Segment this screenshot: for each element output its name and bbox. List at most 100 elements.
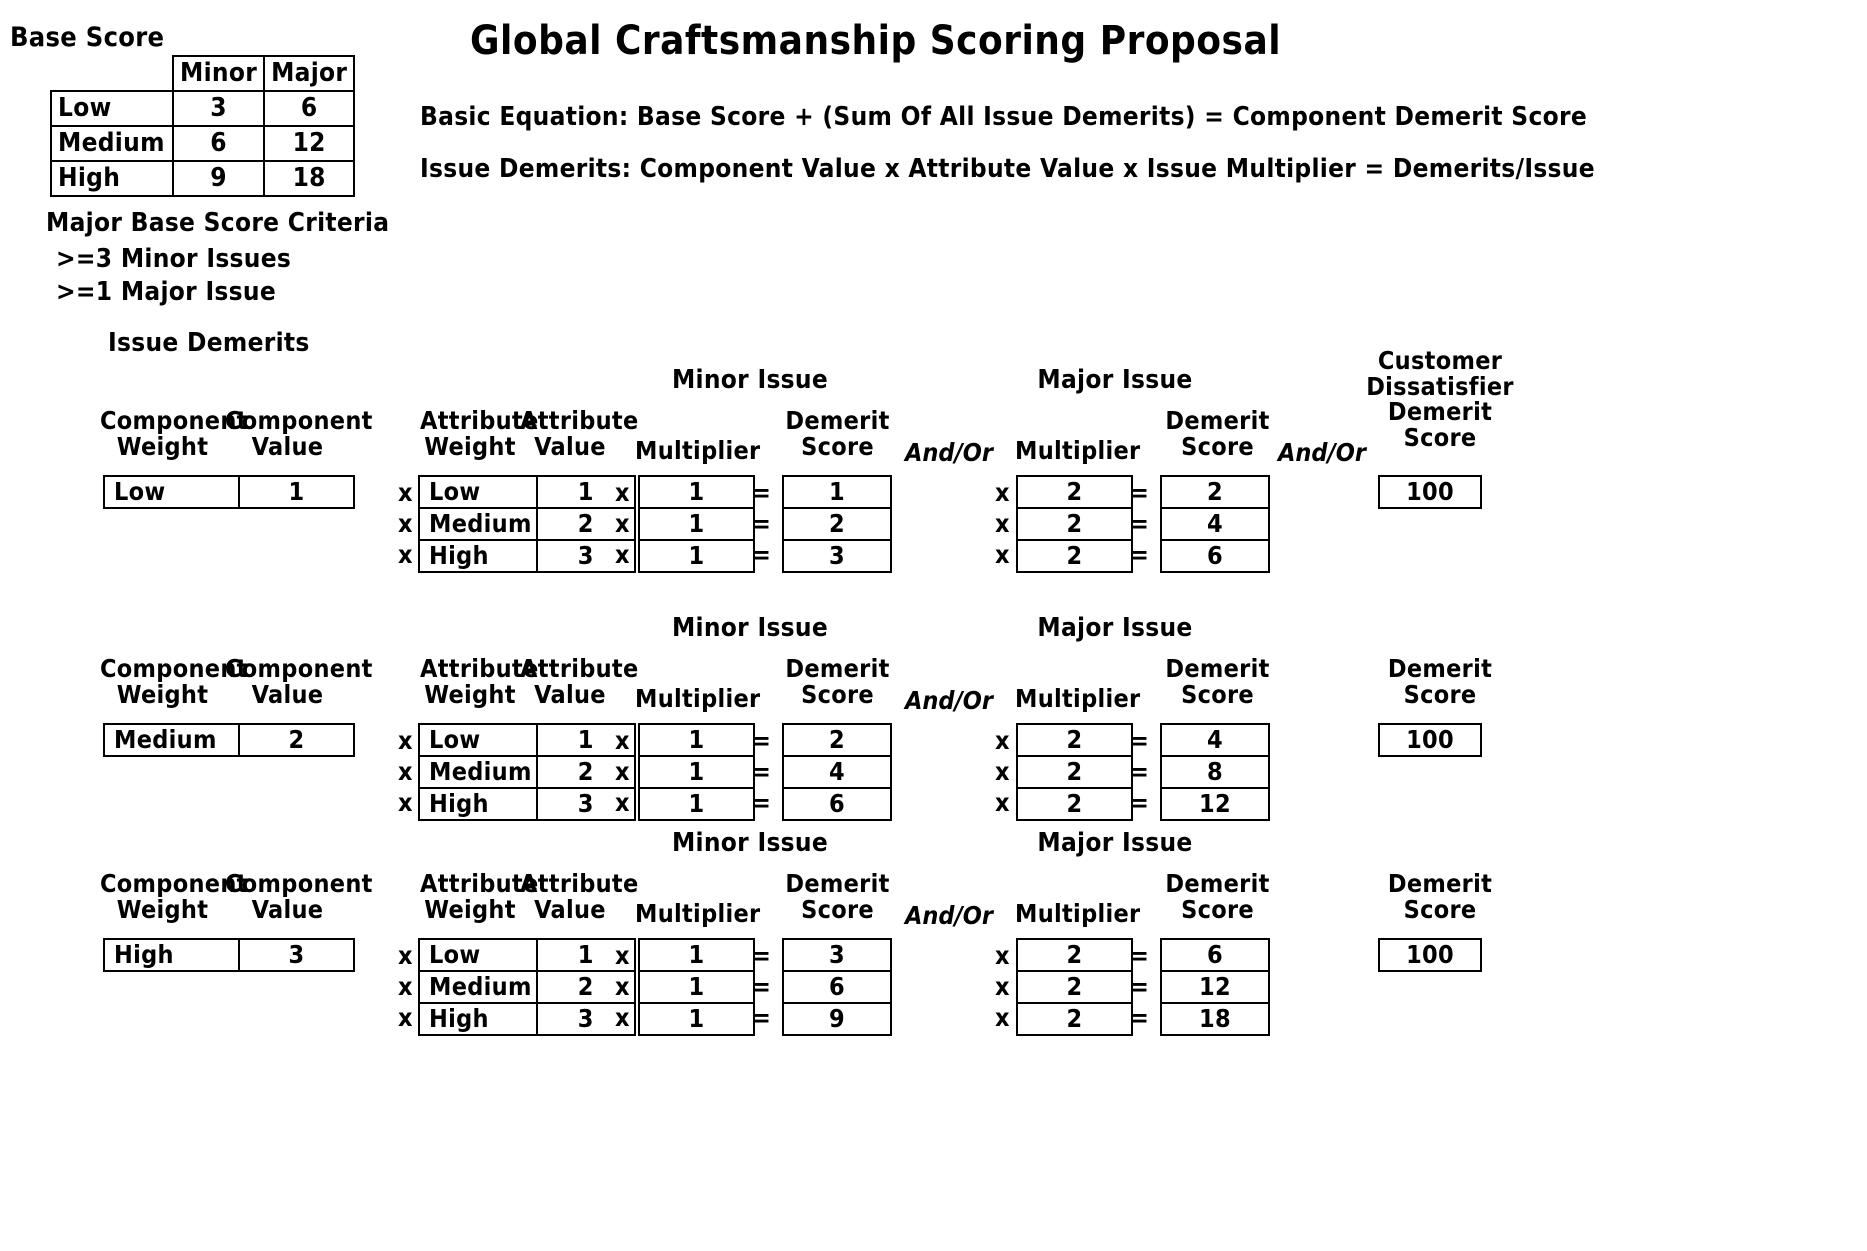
table-row: 18	[1160, 1002, 1270, 1036]
attribute-weight-value: High	[418, 539, 538, 573]
base-row-medium-label: Medium	[50, 125, 174, 162]
times-operator: x	[995, 788, 1010, 817]
table-row: Medium 2	[418, 755, 636, 789]
table-row: 4	[782, 755, 892, 789]
times-operator: x	[615, 478, 630, 507]
component-weight-header: Component Weight	[100, 406, 248, 461]
equals-operator: =	[1130, 941, 1149, 970]
table-row: 2	[1016, 938, 1133, 972]
component-weight-value: Low	[103, 475, 240, 509]
equals-operator: =	[1130, 726, 1149, 755]
base-row-high-minor: 9	[171, 160, 266, 197]
major-issue-section-title: Major Issue	[1037, 365, 1193, 395]
component-weight-header: Component Weight	[100, 654, 248, 709]
major-multiplier-value: 2	[1016, 723, 1133, 757]
table-row: 2	[1016, 475, 1133, 509]
major-multiplier-table: 2 2 2	[1016, 475, 1133, 573]
basic-equation: Basic Equation: Base Score + (Sum Of All…	[420, 102, 1587, 132]
minor-demerit-value: 1	[782, 475, 892, 509]
attribute-weight-header: Attribute Weight	[420, 654, 539, 709]
table-row: 1	[638, 507, 755, 541]
table-row: 4	[1160, 507, 1270, 541]
minor-multiplier-value: 1	[638, 539, 755, 573]
major-demerit-score-header: Demerit Score	[1165, 869, 1270, 924]
attribute-weight-value: High	[418, 787, 538, 821]
minor-multiplier-value: 1	[638, 723, 755, 757]
times-operator: x	[995, 757, 1010, 786]
base-row-low-major: 6	[263, 90, 356, 127]
table-row: Low 1	[103, 475, 355, 509]
component-value-value: 1	[238, 475, 355, 509]
base-row-medium-minor: 6	[171, 125, 266, 162]
minor-demerit-value: 2	[782, 723, 892, 757]
table-row: Medium 2	[418, 970, 636, 1004]
table-row: 2	[1016, 787, 1133, 821]
equals-operator: =	[1130, 509, 1149, 538]
customer-dissatisfier-value: 100	[1378, 475, 1482, 509]
base-col-major: Major	[263, 55, 356, 92]
minor-demerit-value: 9	[782, 1002, 892, 1036]
major-demerit-value: 6	[1160, 539, 1270, 573]
attribute-weight-value: Low	[418, 723, 538, 757]
table-row: 2	[1016, 755, 1133, 789]
minor-demerit-score-table: 1 2 3	[782, 475, 892, 573]
equals-operator: =	[1130, 478, 1149, 507]
equals-operator: =	[1130, 757, 1149, 786]
equals-operator: =	[752, 757, 771, 786]
major-demerit-value: 4	[1160, 723, 1270, 757]
minor-multiplier-header: Multiplier	[635, 684, 761, 713]
issue-demerits-caption: Issue Demerits	[108, 328, 310, 358]
criteria-title: Major Base Score Criteria	[46, 208, 390, 238]
attribute-table: Low 1 Medium 2 High 3	[418, 475, 636, 573]
customer-dissatisfier-value: 100	[1378, 938, 1482, 972]
major-demerit-score-table: 6 12 18	[1160, 938, 1270, 1036]
major-multiplier-value: 2	[1016, 475, 1133, 509]
times-operator: x	[995, 972, 1010, 1001]
component-weight-value: High	[103, 938, 240, 972]
customer-dissatisfier-table: 100	[1378, 475, 1482, 509]
base-row-high-label: High	[50, 160, 174, 197]
minor-demerit-value: 3	[782, 938, 892, 972]
minor-multiplier-header: Multiplier	[635, 899, 761, 928]
table-row: 2	[1016, 1002, 1133, 1036]
table-row: High 3	[418, 1002, 636, 1036]
table-row: 12	[1160, 970, 1270, 1004]
scoring-block-high: Component Weight Component Value High 3 …	[0, 823, 1867, 1043]
component-value-value: 2	[238, 723, 355, 757]
times-operator: x	[995, 941, 1010, 970]
minor-demerit-value: 4	[782, 755, 892, 789]
component-weight-header: Component Weight	[100, 869, 248, 924]
table-row: High 3	[418, 787, 636, 821]
major-multiplier-table: 2 2 2	[1016, 723, 1133, 821]
major-issue-section-title: Major Issue	[1037, 613, 1193, 643]
table-row: High 9 18	[50, 160, 356, 197]
base-col-minor: Minor	[171, 55, 266, 92]
minor-demerit-value: 3	[782, 539, 892, 573]
equals-operator: =	[1130, 540, 1149, 569]
table-row: 100	[1378, 723, 1482, 757]
times-operator: x	[995, 509, 1010, 538]
component-value-header: Component Value	[225, 654, 373, 709]
equals-operator: =	[752, 478, 771, 507]
component-table: High 3	[103, 938, 355, 972]
attribute-table: Low 1 Medium 2 High 3	[418, 938, 636, 1036]
base-score-label: Base Score	[10, 22, 165, 53]
minor-demerit-score-table: 3 6 9	[782, 938, 892, 1036]
times-operator: x	[398, 941, 413, 970]
table-row: 1	[638, 787, 755, 821]
times-operator: x	[615, 788, 630, 817]
equals-operator: =	[752, 972, 771, 1001]
component-weight-value: Medium	[103, 723, 240, 757]
criteria-item-1: >=3 Minor Issues	[56, 244, 292, 274]
times-operator: x	[398, 509, 413, 538]
times-operator: x	[398, 972, 413, 1001]
table-row: 100	[1378, 938, 1482, 972]
times-operator: x	[398, 788, 413, 817]
customer-dissatisfier-header: Demerit Score	[1387, 654, 1493, 709]
criteria-item-2: >=1 Major Issue	[56, 277, 277, 307]
page-title: Global Craftsmanship Scoring Proposal	[470, 18, 1282, 64]
minor-multiplier-value: 1	[638, 475, 755, 509]
table-row: High 3	[418, 539, 636, 573]
table-row: 6	[1160, 938, 1270, 972]
times-operator: x	[398, 540, 413, 569]
